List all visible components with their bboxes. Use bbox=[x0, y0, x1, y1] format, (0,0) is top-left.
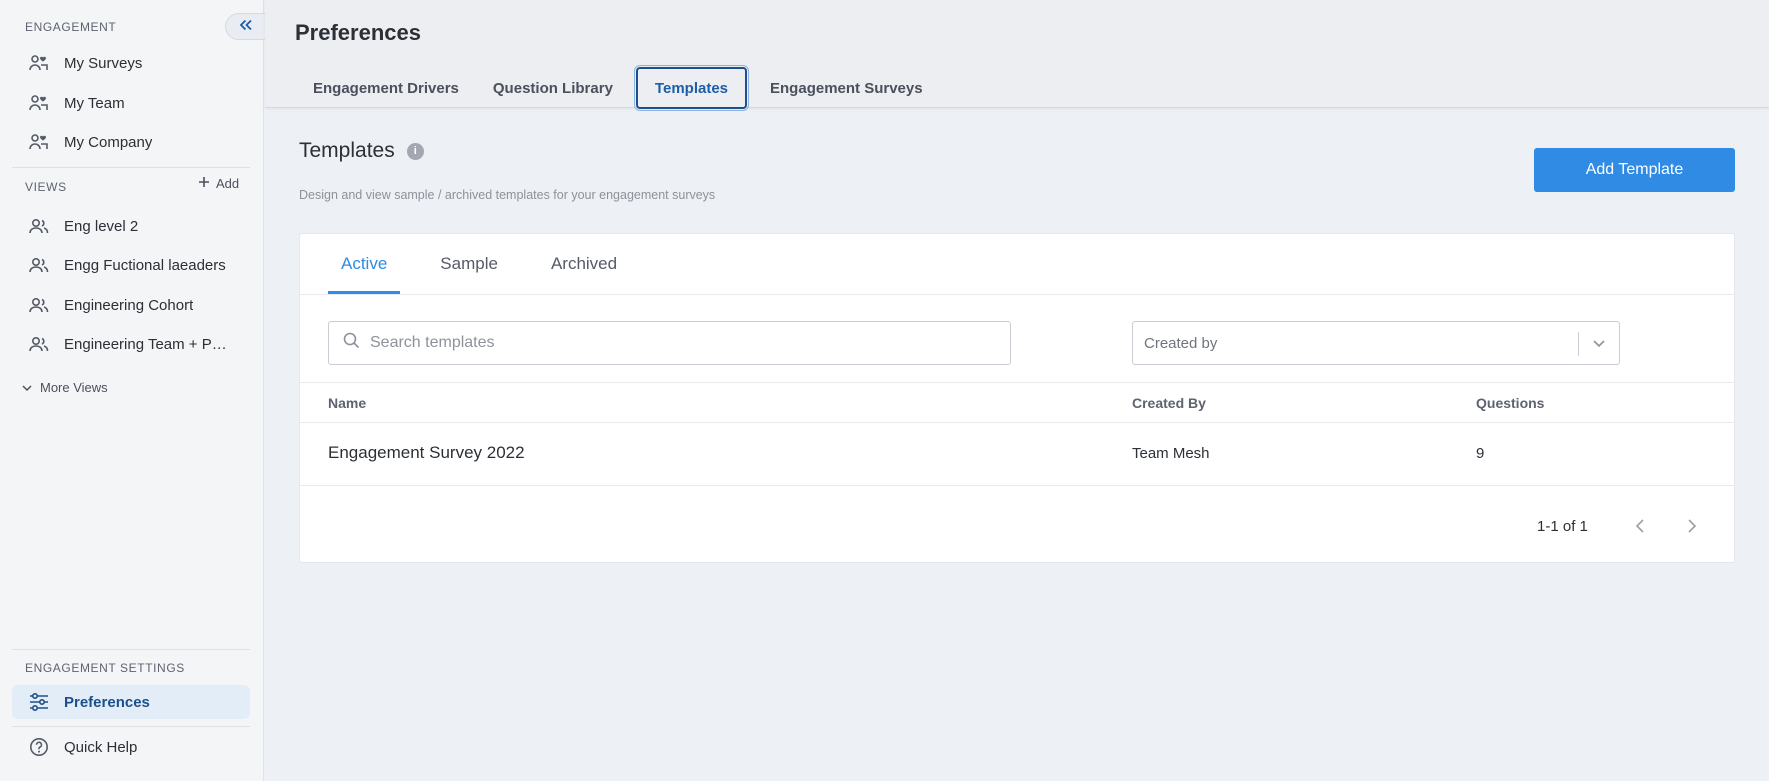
tab-question-library[interactable]: Question Library bbox=[476, 66, 630, 110]
card-divider bbox=[300, 422, 1734, 423]
add-view-button[interactable]: Add bbox=[198, 176, 239, 191]
sidebar-divider bbox=[12, 649, 250, 650]
search-box bbox=[328, 321, 1011, 365]
chevron-right-icon bbox=[1688, 519, 1697, 533]
tab-engagement-surveys[interactable]: Engagement Surveys bbox=[753, 66, 940, 110]
column-header-questions[interactable]: Questions bbox=[1476, 395, 1544, 411]
pagination-range: 1-1 of 1 bbox=[1537, 517, 1588, 535]
people-heart-icon bbox=[28, 92, 50, 114]
chevron-left-icon bbox=[1635, 519, 1644, 533]
sidebar-item-view-1[interactable]: Eng level 2 bbox=[12, 209, 250, 243]
column-header-created-by[interactable]: Created By bbox=[1132, 395, 1206, 411]
people-heart-icon bbox=[28, 131, 50, 153]
sidebar-item-label: My Team bbox=[64, 94, 125, 112]
template-status-tabs: Active Sample Archived bbox=[328, 234, 657, 294]
help-circle-icon bbox=[28, 736, 50, 758]
cell-created-by: Team Mesh bbox=[1132, 445, 1210, 462]
add-view-label: Add bbox=[216, 176, 240, 191]
more-views-toggle[interactable]: More Views bbox=[22, 380, 108, 395]
search-input[interactable] bbox=[370, 334, 970, 352]
previous-page-button[interactable] bbox=[1628, 514, 1652, 538]
info-icon[interactable]: i bbox=[406, 142, 424, 160]
sidebar-item-preferences[interactable]: Preferences bbox=[12, 685, 250, 719]
cell-questions: 9 bbox=[1476, 445, 1485, 462]
tab-archived[interactable]: Archived bbox=[538, 234, 630, 294]
sliders-icon bbox=[28, 691, 50, 713]
tab-active[interactable]: Active bbox=[328, 234, 401, 294]
sidebar-item-quick-help[interactable]: Quick Help bbox=[12, 730, 250, 764]
select-separator bbox=[1578, 332, 1579, 356]
preferences-tabs: Engagement Drivers Question Library Temp… bbox=[296, 65, 940, 111]
add-template-button[interactable]: Add Template bbox=[1534, 148, 1735, 192]
section-description: Design and view sample / archived templa… bbox=[299, 188, 716, 202]
sidebar-item-label: Engg Fuctional laeaders bbox=[64, 256, 226, 274]
group-icon bbox=[28, 333, 50, 355]
cell-template-name[interactable]: Engagement Survey 2022 bbox=[328, 443, 525, 463]
people-heart-icon bbox=[28, 52, 50, 74]
plus-icon bbox=[198, 176, 210, 191]
sidebar-item-label: Eng level 2 bbox=[64, 217, 139, 235]
group-icon bbox=[28, 294, 50, 316]
sidebar-item-label: Engineering Team + Peo… bbox=[64, 335, 234, 353]
sidebar-item-view-3[interactable]: Engineering Cohort bbox=[12, 288, 250, 322]
collapse-sidebar-button[interactable] bbox=[225, 13, 265, 40]
card-divider bbox=[300, 294, 1734, 295]
sidebar-item-view-2[interactable]: Engg Fuctional laeaders bbox=[12, 248, 250, 282]
sidebar-item-label: My Company bbox=[64, 133, 153, 151]
sidebar-divider bbox=[12, 726, 250, 727]
double-chevron-left-icon bbox=[239, 18, 253, 36]
sidebar-item-my-surveys[interactable]: My Surveys bbox=[12, 46, 250, 80]
sidebar-item-my-company[interactable]: My Company bbox=[12, 125, 250, 159]
next-page-button[interactable] bbox=[1680, 514, 1704, 538]
sidebar-divider bbox=[12, 167, 250, 168]
sidebar-item-label: My Surveys bbox=[64, 54, 143, 72]
created-by-select[interactable]: Created by bbox=[1132, 321, 1620, 365]
sidebar-item-label: Preferences bbox=[64, 693, 150, 711]
chevron-down-icon bbox=[1591, 335, 1607, 355]
sidebar-item-label: Engineering Cohort bbox=[64, 296, 194, 314]
tab-templates[interactable]: Templates bbox=[633, 65, 750, 111]
more-views-label: More Views bbox=[40, 380, 108, 395]
page-title: Preferences bbox=[295, 20, 421, 45]
group-icon bbox=[28, 254, 50, 276]
sidebar: ENGAGEMENT My Surveys My Team My Company… bbox=[0, 0, 264, 781]
sidebar-item-view-4[interactable]: Engineering Team + Peo… bbox=[12, 327, 250, 361]
section-label-engagement-settings: ENGAGEMENT SETTINGS bbox=[25, 661, 185, 675]
section-title: Templates i bbox=[299, 139, 424, 163]
section-label-views: VIEWS bbox=[25, 180, 67, 194]
tab-sample[interactable]: Sample bbox=[427, 234, 511, 294]
sidebar-item-my-team[interactable]: My Team bbox=[12, 86, 250, 120]
search-icon bbox=[343, 332, 360, 354]
section-label-engagement: ENGAGEMENT bbox=[25, 20, 117, 34]
tab-engagement-drivers[interactable]: Engagement Drivers bbox=[296, 66, 476, 110]
section-title-text: Templates bbox=[299, 139, 395, 162]
sidebar-item-label: Quick Help bbox=[64, 738, 138, 756]
chevron-down-icon bbox=[22, 380, 32, 395]
created-by-placeholder: Created by bbox=[1144, 334, 1218, 352]
group-icon bbox=[28, 215, 50, 237]
pagination: 1-1 of 1 bbox=[1537, 514, 1704, 538]
card-divider bbox=[300, 485, 1734, 486]
card-divider bbox=[300, 382, 1734, 383]
templates-card: Active Sample Archived Created by Name C… bbox=[299, 233, 1735, 563]
column-header-name[interactable]: Name bbox=[328, 395, 366, 411]
